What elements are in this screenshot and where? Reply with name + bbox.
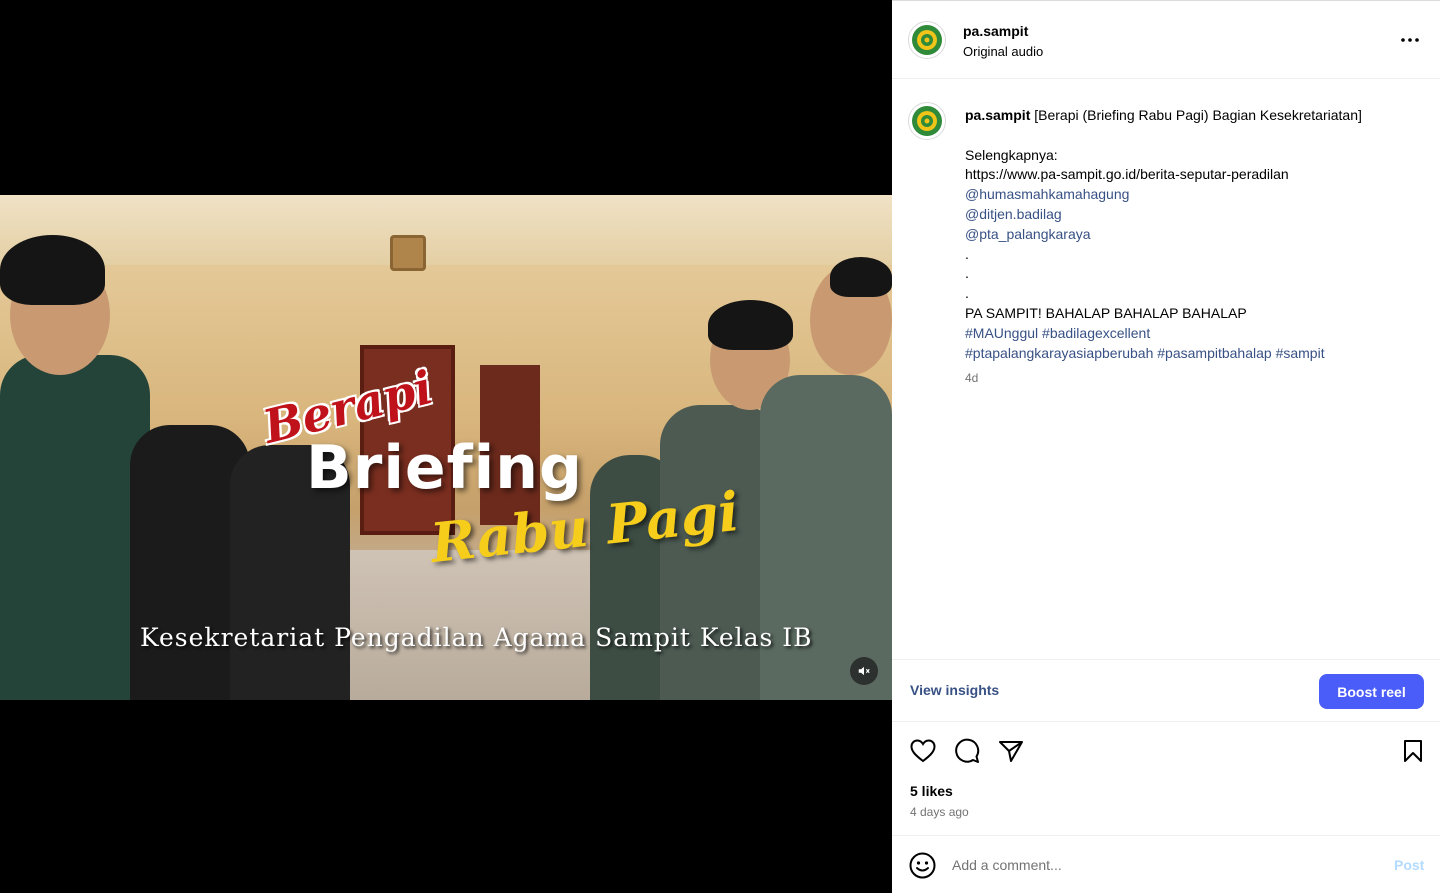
post-comment-button[interactable]: Post bbox=[1394, 857, 1424, 873]
share-button[interactable] bbox=[997, 737, 1025, 765]
post-details-panel: pa.sampit Original audio pa.sampit [Bera… bbox=[892, 0, 1440, 893]
media-viewer: Berapi Briefing Rabu Pagi Kesekretariat … bbox=[0, 0, 892, 893]
caption-title: [Berapi (Briefing Rabu Pagi) Bagian Kese… bbox=[1034, 107, 1362, 123]
video-person-1-hair bbox=[0, 235, 105, 305]
boost-reel-button[interactable]: Boost reel bbox=[1319, 674, 1424, 709]
hashtag-line[interactable]: #MAUnggul #badilagexcellent bbox=[965, 324, 1425, 344]
mention-link[interactable]: @pta_palangkaraya bbox=[965, 225, 1425, 245]
save-button[interactable] bbox=[1399, 737, 1427, 765]
caption-more-label: Selengkapnya: bbox=[965, 146, 1058, 163]
post-header: pa.sampit Original audio bbox=[892, 1, 1440, 79]
caption-slogan: PA SAMPIT! BAHALAP BAHALAP BAHALAP bbox=[965, 304, 1247, 321]
profile-logo-icon bbox=[912, 25, 942, 55]
caption-username[interactable]: pa.sampit bbox=[965, 107, 1030, 123]
caption-timestamp[interactable]: 4d bbox=[965, 371, 978, 385]
mute-button[interactable] bbox=[850, 657, 878, 685]
video-subtitle: Kesekretariat Pengadilan Agama Sampit Ke… bbox=[140, 623, 813, 652]
caption-dot: . bbox=[965, 245, 969, 262]
original-audio-link[interactable]: Original audio bbox=[963, 44, 1043, 59]
caption-avatar[interactable] bbox=[908, 102, 946, 140]
video-title-briefing: Briefing bbox=[306, 433, 583, 503]
more-horizontal-icon bbox=[1401, 38, 1419, 42]
likes-count[interactable]: 5 likes bbox=[910, 783, 953, 799]
comment-button[interactable] bbox=[953, 737, 981, 765]
posted-time[interactable]: 4 days ago bbox=[910, 805, 969, 819]
avatar[interactable] bbox=[908, 21, 946, 59]
profile-logo-icon bbox=[912, 106, 942, 136]
header-username[interactable]: pa.sampit bbox=[963, 23, 1028, 39]
like-button[interactable] bbox=[909, 737, 937, 765]
reel-video[interactable]: Berapi Briefing Rabu Pagi Kesekretariat … bbox=[0, 195, 892, 700]
view-insights-link[interactable]: View insights bbox=[910, 682, 999, 698]
caption-first-line: pa.sampit [Berapi (Briefing Rabu Pagi) B… bbox=[965, 106, 1425, 126]
bookmark-icon bbox=[1404, 740, 1422, 762]
mention-link[interactable]: @humasmahkamahagung bbox=[965, 185, 1425, 205]
emoji-icon bbox=[909, 852, 936, 879]
video-person-5-hair bbox=[708, 300, 793, 350]
comment-bar: Post bbox=[892, 835, 1440, 893]
insights-bar: View insights Boost reel bbox=[892, 659, 1440, 722]
caption-text: pa.sampit [Berapi (Briefing Rabu Pagi) B… bbox=[965, 106, 1425, 363]
more-options-button[interactable] bbox=[1390, 27, 1430, 53]
post-actions: 5 likes 4 days ago bbox=[892, 723, 1440, 835]
video-scene-ceiling bbox=[0, 195, 892, 265]
emoji-button[interactable] bbox=[909, 852, 936, 879]
hashtag-line[interactable]: #ptapalangkarayasiapberubah #pasampitbah… bbox=[965, 344, 1425, 364]
post-caption: pa.sampit [Berapi (Briefing Rabu Pagi) B… bbox=[892, 80, 1440, 660]
heart-icon bbox=[910, 739, 936, 763]
caption-dot: . bbox=[965, 265, 969, 282]
video-person-6-hair bbox=[830, 257, 892, 297]
caption-url: https://www.pa-sampit.go.id/berita-seput… bbox=[965, 166, 1289, 183]
comment-icon bbox=[955, 738, 980, 763]
mention-link[interactable]: @ditjen.badilag bbox=[965, 205, 1425, 225]
share-icon bbox=[999, 741, 1023, 762]
video-person-1 bbox=[0, 355, 150, 700]
comment-input[interactable] bbox=[952, 850, 1312, 880]
caption-dot: . bbox=[965, 285, 969, 302]
muted-speaker-icon bbox=[858, 666, 870, 676]
video-scene-clock bbox=[390, 235, 426, 271]
